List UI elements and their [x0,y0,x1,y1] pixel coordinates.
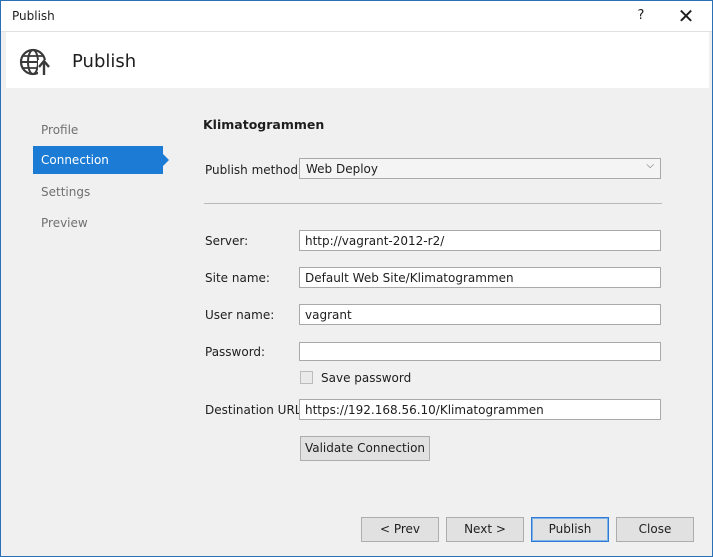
chevron-down-icon: ⌵ [646,160,654,171]
next-button[interactable]: Next > [446,517,524,542]
nav-item-label: Preview [41,216,88,230]
user-name-label: User name: [205,308,275,322]
nav-item-label: Connection [41,153,109,167]
close-button[interactable]: Close [616,517,694,542]
save-password-label: Save password [321,371,412,385]
nav-item-preview[interactable]: Preview [33,209,163,237]
destination-url-value: https://192.168.56.10/Klimatogrammen [305,403,544,417]
globe-publish-icon [19,48,50,76]
prev-button[interactable]: < Prev [361,517,439,542]
destination-url-label: Destination URL: [205,403,306,417]
user-name-input[interactable]: vagrant [299,304,661,325]
publish-method-label: Publish method: [205,163,302,177]
nav-item-label: Settings [41,185,91,199]
server-input[interactable]: http://vagrant-2012-r2/ [299,230,661,251]
validate-connection-button[interactable]: Validate Connection [300,436,430,461]
server-value: http://vagrant-2012-r2/ [305,234,445,248]
dialog-content: Profile Connection Settings Preview Klim… [6,88,709,554]
profile-name: Klimatogrammen [203,117,325,132]
nav-item-profile[interactable]: Profile [33,116,163,144]
close-window-button[interactable]: ✕ [673,4,699,28]
publish-method-value: Web Deploy [306,162,378,176]
server-label: Server: [205,234,249,248]
dialog-header: Publish [6,32,709,88]
publish-method-select[interactable]: Web Deploy ⌵ [299,158,661,179]
nav-item-connection[interactable]: Connection [33,146,169,174]
site-name-value: Default Web Site/Klimatogrammen [305,271,514,285]
nav-item-settings[interactable]: Settings [33,178,163,206]
password-input[interactable] [299,342,661,361]
nav-item-label: Profile [41,123,79,137]
help-button[interactable]: ? [629,5,653,27]
save-password-checkbox[interactable] [300,371,313,384]
user-name-value: vagrant [305,308,352,322]
site-name-input[interactable]: Default Web Site/Klimatogrammen [299,267,661,288]
publish-button[interactable]: Publish [531,517,609,542]
title-bar: Publish ? ✕ [1,1,712,32]
window-title: Publish [12,9,55,23]
destination-url-input[interactable]: https://192.168.56.10/Klimatogrammen [299,399,661,420]
publish-dialog: Publish ? ✕ Publish Profile Connection S… [0,0,713,557]
password-label: Password: [205,345,266,359]
site-name-label: Site name: [205,271,270,285]
active-indicator-arrow [163,154,169,166]
divider [204,203,662,204]
dialog-heading: Publish [72,51,137,72]
